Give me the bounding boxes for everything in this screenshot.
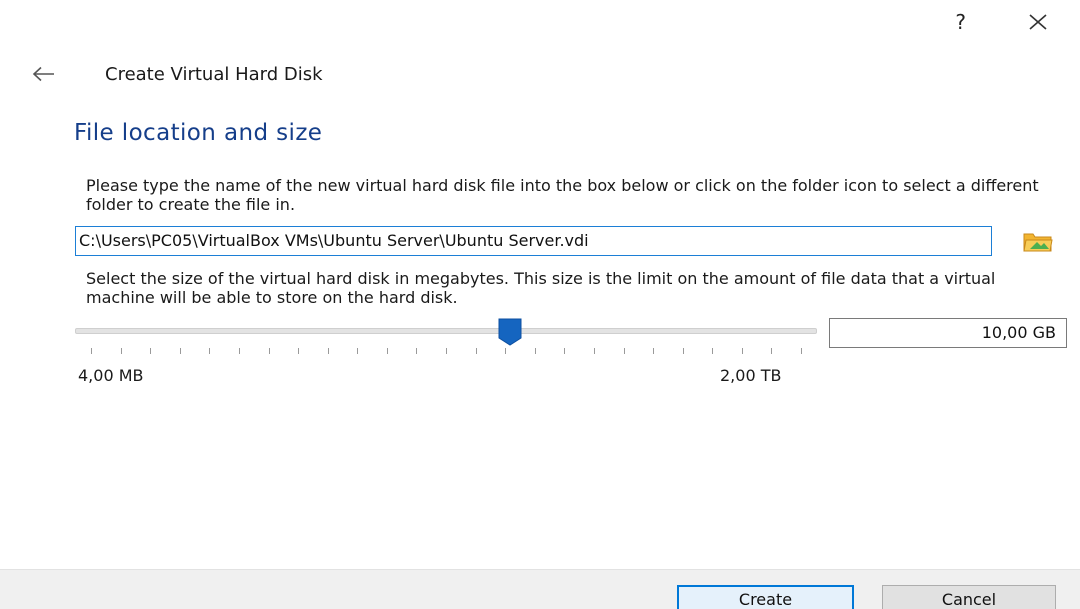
folder-icon: [1023, 233, 1053, 252]
title-bar-controls: ?: [955, 8, 1052, 36]
slider-tick: [653, 348, 655, 354]
back-arrow-icon: [32, 66, 54, 82]
slider-tick: [179, 348, 181, 354]
back-button[interactable]: [32, 62, 60, 86]
slider-track: [75, 328, 817, 334]
close-icon: [1029, 14, 1047, 30]
slider-tick: [120, 348, 122, 354]
slider-tick: [771, 348, 773, 354]
file-size-description: Select the size of the virtual hard disk…: [86, 269, 996, 307]
slider-tick: [564, 348, 566, 354]
slider-tick: [475, 348, 477, 354]
slider-tick: [238, 348, 240, 354]
size-range-max-label: 2,00 TB: [720, 366, 782, 385]
slider-tick: [534, 348, 536, 354]
slider-tick: [712, 348, 714, 354]
slider-tick: [682, 348, 684, 354]
slider-tick: [327, 348, 329, 354]
slider-tick: [505, 348, 507, 354]
slider-tick: [386, 348, 388, 354]
disk-size-slider[interactable]: [75, 316, 817, 354]
dialog-footer: Create Cancel: [0, 569, 1080, 609]
slider-thumb[interactable]: [498, 318, 522, 346]
slider-ticks: [75, 348, 817, 356]
disk-size-input[interactable]: [829, 318, 1067, 348]
cancel-button[interactable]: Cancel: [882, 585, 1056, 609]
close-button[interactable]: [1024, 8, 1052, 36]
slider-tick: [416, 348, 418, 354]
create-button[interactable]: Create: [677, 585, 854, 609]
page-heading: File location and size: [74, 120, 323, 146]
file-location-description: Please type the name of the new virtual …: [86, 176, 1039, 214]
slider-tick: [623, 348, 625, 354]
slider-tick: [593, 348, 595, 354]
slider-tick: [209, 348, 211, 354]
wizard-title: Create Virtual Hard Disk: [105, 64, 323, 85]
slider-tick: [298, 348, 300, 354]
slider-tick: [446, 348, 447, 354]
choose-folder-button[interactable]: [1017, 227, 1059, 255]
help-button[interactable]: ?: [955, 8, 966, 36]
slider-tick: [268, 348, 270, 354]
slider-tick: [357, 348, 359, 354]
slider-tick: [91, 348, 92, 354]
slider-tick: [150, 348, 152, 354]
create-virtual-hard-disk-dialog: ? Create Virtual Hard Disk File location…: [0, 0, 1080, 609]
slider-thumb-shape: [498, 318, 522, 346]
slider-tick: [741, 348, 743, 354]
size-range-min-label: 4,00 MB: [78, 366, 144, 385]
slider-tick: [801, 348, 802, 354]
file-path-input[interactable]: [75, 226, 992, 256]
